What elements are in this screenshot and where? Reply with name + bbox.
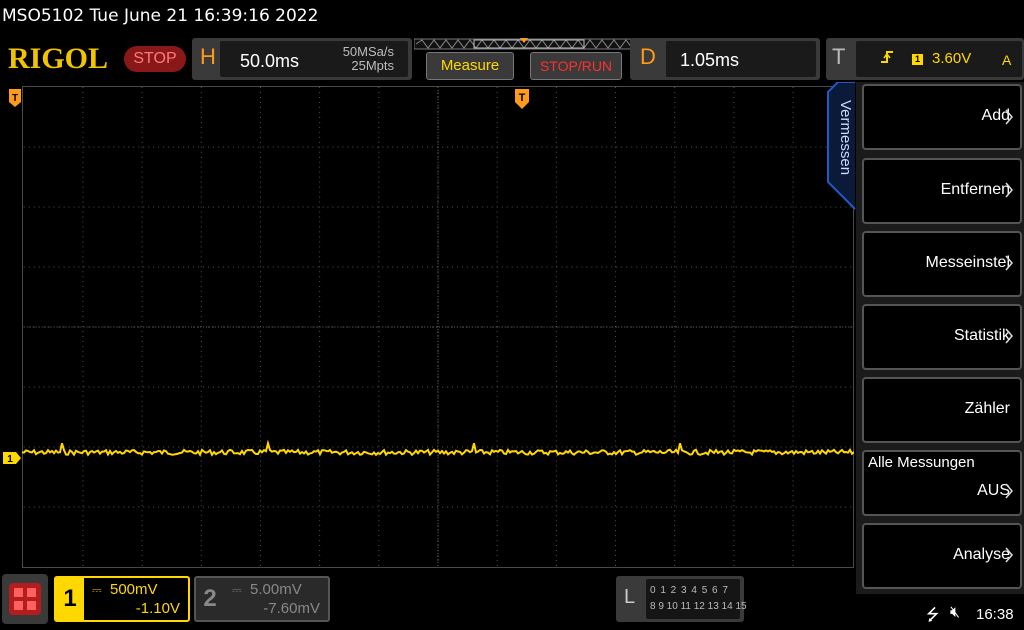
delay-value: 1.05ms bbox=[680, 50, 740, 70]
delay-key: D bbox=[640, 44, 656, 69]
ch1-settings[interactable]: 1 ⎓ 500mV -1.10V bbox=[54, 576, 190, 622]
horizontal-timebase[interactable]: H 50.0ms 50MSa/s 25Mpts bbox=[192, 38, 412, 80]
trigger-settings[interactable]: T 1 3.60V A bbox=[826, 38, 1024, 80]
trigger-position-marker[interactable]: T bbox=[514, 88, 530, 110]
logic-analyzer-settings[interactable]: L 0 1 2 3 4 5 6 7 8 9 10 11 12 13 14 15 bbox=[616, 576, 747, 622]
trigger-key: T bbox=[832, 44, 846, 69]
menu-item-counter[interactable]: Zähler bbox=[862, 377, 1022, 443]
chevron-right-icon bbox=[1005, 547, 1013, 563]
menu-item-add[interactable]: Add bbox=[862, 84, 1022, 150]
chevron-right-icon bbox=[1005, 328, 1013, 344]
menu-item-measure-settings[interactable]: Messeinstel bbox=[862, 231, 1022, 297]
menu-item-statistics[interactable]: Statistik bbox=[862, 304, 1022, 370]
dc-coupling-icon: ⎓ bbox=[232, 583, 242, 597]
trigger-position-marker-label: T bbox=[519, 92, 526, 104]
acquisition-info: 50MSa/s 25Mpts bbox=[343, 45, 394, 73]
menu-item-label: Entfernen bbox=[940, 181, 1010, 198]
device-datetime: MSO5102 Tue June 21 16:39:16 2022 bbox=[2, 6, 319, 26]
ch1-offset-marker-label: 1 bbox=[7, 454, 13, 465]
measure-menu-tab-label: Vermessen bbox=[837, 100, 854, 176]
menu-item-remove[interactable]: Entfernen bbox=[862, 158, 1022, 224]
title-bar: MSO5102 Tue June 21 16:39:16 2022 bbox=[0, 0, 1024, 32]
menu-item-all-measurements[interactable]: Alle Messungen AUS bbox=[862, 450, 1022, 516]
trigger-level: 3.60V bbox=[932, 50, 972, 67]
trigger-mode: A bbox=[1002, 52, 1012, 68]
sample-rate: 50MSa/s bbox=[342, 44, 394, 59]
menu-item-label: Analyse bbox=[953, 546, 1010, 563]
logic-key: L bbox=[624, 586, 636, 608]
memory-position-strip bbox=[414, 38, 636, 50]
ch1-number: 1 bbox=[56, 578, 84, 620]
chevron-right-icon bbox=[1005, 483, 1013, 499]
stop-run-button[interactable]: STOP/RUN bbox=[530, 52, 622, 80]
clock-time: 16:38 bbox=[976, 606, 1014, 623]
measure-button[interactable]: Measure bbox=[426, 52, 514, 80]
ch2-settings[interactable]: 2 ⎓ 5.00mV -7.60mV bbox=[194, 576, 330, 622]
chevron-right-icon bbox=[1005, 109, 1013, 125]
ch1-scale: 500mV bbox=[110, 581, 158, 598]
ch1-offset-marker[interactable]: 1 bbox=[2, 451, 22, 465]
status-area: ⭍ 🔇︎ 16:38 bbox=[920, 600, 1024, 628]
horizontal-key: H bbox=[200, 44, 216, 69]
ch2-scale: 5.00mV bbox=[250, 581, 302, 598]
horizontal-panel: 50.0ms 50MSa/s 25Mpts bbox=[220, 41, 408, 77]
chevron-right-icon bbox=[1005, 182, 1013, 198]
run-state-indicator[interactable]: STOP bbox=[124, 46, 186, 72]
trigger-panel: 1 3.60V A bbox=[856, 41, 1022, 77]
speaker-mute-icon[interactable]: 🔇︎ bbox=[950, 604, 960, 622]
dc-coupling-icon: ⎓ bbox=[92, 583, 102, 597]
logic-channels-high: 8 9 10 11 12 13 14 15 bbox=[650, 601, 747, 612]
logic-channels-low: 0 1 2 3 4 5 6 7 bbox=[650, 585, 729, 596]
trigger-source-badge: 1 bbox=[912, 54, 923, 65]
home-menu-button[interactable] bbox=[2, 574, 48, 624]
timebase-value: 50.0ms bbox=[240, 51, 300, 71]
menu-item-analysis[interactable]: Analyse bbox=[862, 523, 1022, 589]
menu-item-label: Statistik bbox=[953, 327, 1010, 344]
rising-edge-icon bbox=[881, 51, 893, 63]
chevron-right-icon bbox=[1005, 255, 1013, 271]
menu-item-label: Messeinstel bbox=[925, 254, 1010, 271]
ch2-offset: -7.60mV bbox=[263, 600, 320, 617]
menu-chevrons bbox=[1005, 109, 1013, 563]
rigol-logo: RIGOL bbox=[8, 42, 109, 75]
menu-item-label: Alle Messungen bbox=[868, 454, 975, 471]
usb-icon: ⭍ bbox=[926, 607, 940, 624]
memory-depth: 25Mpts bbox=[351, 58, 394, 73]
delay-panel: 1.05ms bbox=[666, 41, 816, 77]
trigger-level-marker[interactable]: T bbox=[8, 88, 22, 108]
ch2-number: 2 bbox=[196, 578, 224, 620]
ch1-offset: -1.10V bbox=[135, 600, 180, 617]
ch1-waveform-trace bbox=[22, 439, 854, 457]
horizontal-delay[interactable]: D 1.05ms bbox=[630, 38, 820, 80]
grid-menu-icon bbox=[9, 583, 41, 615]
trigger-level-marker-label: T bbox=[12, 93, 18, 104]
logic-channels: 0 1 2 3 4 5 6 7 8 9 10 11 12 13 14 15 bbox=[646, 579, 747, 619]
